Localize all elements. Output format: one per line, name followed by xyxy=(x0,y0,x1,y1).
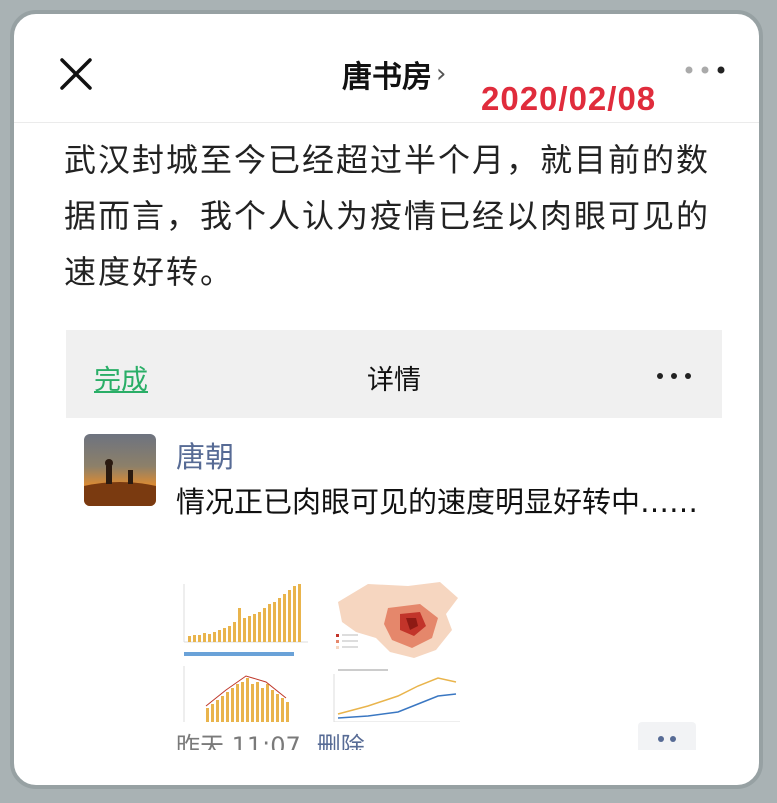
delete-button[interactable]: 删除 xyxy=(317,732,365,750)
post-meta: 昨天 11:07 删除 xyxy=(176,726,365,750)
post-author[interactable]: 唐朝 xyxy=(176,434,234,476)
title-area[interactable]: 唐书房 › xyxy=(342,52,446,96)
more-button[interactable] xyxy=(681,60,731,80)
close-button[interactable] xyxy=(52,50,100,98)
avatar[interactable] xyxy=(84,434,156,506)
more-dots-icon xyxy=(685,66,725,74)
article-paragraph: 武汉封城至今已经超过半个月，就目前的数据而言，我个人认为疫情已经以肉眼可见的速度… xyxy=(64,141,711,291)
post-image-map[interactable] xyxy=(328,578,464,723)
comment-button[interactable] xyxy=(638,722,696,750)
page-title: 唐书房 xyxy=(342,60,432,95)
post-text: 情况正已肉眼可见的速度明显好转中…… xyxy=(176,485,699,519)
comment-dots-icon xyxy=(658,736,676,742)
sunset-silhouette-icon xyxy=(84,459,156,506)
embed-nav-bar: 完成 详情 xyxy=(66,330,722,418)
close-icon xyxy=(60,58,92,90)
heat-map-thumbnail-icon xyxy=(333,582,460,723)
bar-chart-thumbnail-icon xyxy=(183,584,308,722)
post-image-charts[interactable] xyxy=(176,578,312,722)
chevron-right-icon: › xyxy=(436,59,447,89)
embed-more-button[interactable] xyxy=(654,368,694,382)
embedded-moment-screenshot: 完成 详情 唐朝 情况正已肉眼可见的速度明显好转中…… 昨天 11:07 删除 xyxy=(66,330,722,750)
post-time: 昨天 11:07 xyxy=(176,732,301,750)
screenshot-card: 唐书房 › 2020/02/08 武汉封城至今已经超过半个月，就目前的数据而言，… xyxy=(10,10,763,789)
date-stamp: 2020/02/08 xyxy=(469,76,669,122)
embed-title: 详情 xyxy=(367,365,421,396)
more-dots-icon xyxy=(657,373,691,379)
